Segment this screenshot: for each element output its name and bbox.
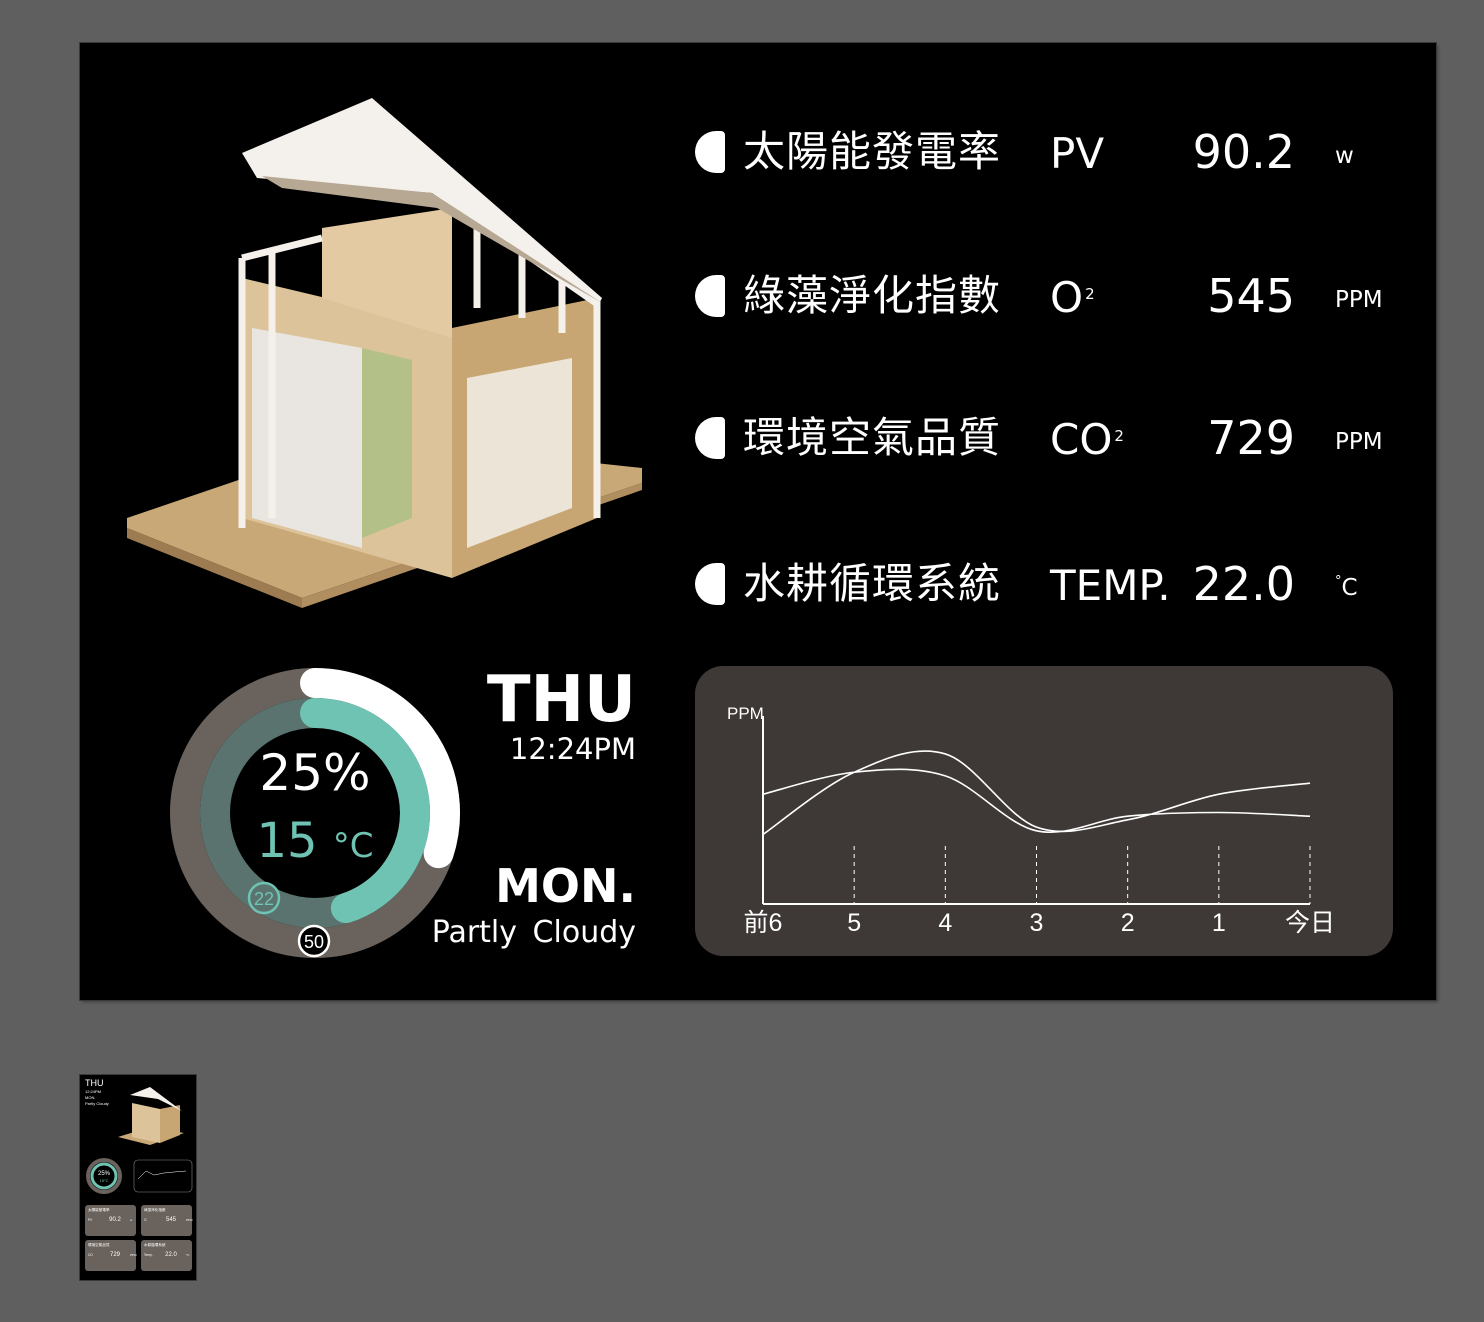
thumb-card-title: 綠藻淨化指數 (144, 1207, 166, 1212)
metric-unit: PPM (1335, 287, 1383, 313)
metric-symbol: TEMP. (1050, 561, 1171, 610)
metric-unit: °C (1335, 574, 1358, 601)
metric-row-pv: 太陽能發電率 PV 90.2 w (695, 123, 1415, 183)
metric-symbol: PV (1050, 129, 1105, 178)
ppm-chart-panel: PPM 前6 5 4 3 2 1 今日 (695, 666, 1393, 956)
chart-series-line-1 (762, 750, 1311, 836)
svg-text:50: 50 (304, 932, 324, 952)
thumb-day-top: THU (85, 1078, 104, 1088)
metric-value: 729 (1207, 411, 1295, 465)
chart-tick-label: 4 (938, 909, 952, 937)
metric-row-o2: 綠藻淨化指數 O2 545 PPM (695, 267, 1415, 327)
dashboard-artboard: 太陽能發電率 PV 90.2 w 綠藻淨化指數 O2 545 PPM 環境空氣品… (80, 43, 1436, 1000)
metric-bullet-icon (695, 275, 725, 317)
thumb-time: 12:24PM (85, 1089, 101, 1094)
metric-label: 水耕循環系統 (743, 559, 1002, 608)
chart-tick-label: 今日 (1285, 909, 1335, 937)
house-illustration (127, 98, 642, 608)
ppm-line-chart: PPM 前6 5 4 3 2 1 今日 (727, 704, 1335, 937)
thumb-card-symbol: Temp. (144, 1253, 153, 1257)
thumb-card-value: 90.2 (109, 1217, 121, 1223)
day-label-top: THU (486, 663, 636, 737)
gauge-temperature: 15 °C (256, 813, 374, 869)
metric-symbol: O2 (1050, 273, 1095, 322)
svg-text:22: 22 (254, 889, 274, 909)
page-thumbnail[interactable]: THU 12:24PM MON. Partly Cloudy 25% 15°C … (80, 1075, 196, 1280)
metric-symbol: CO 2 (1050, 415, 1124, 464)
time-label: 12:24PM (509, 732, 636, 766)
thumb-card-value: 545 (166, 1217, 177, 1223)
chart-y-label: PPM (727, 704, 764, 723)
thumb-card-value: 729 (110, 1252, 121, 1258)
thumb-card-value: 22.0 (165, 1252, 177, 1258)
thumb-house (118, 1087, 184, 1145)
metric-bullet-icon (695, 563, 725, 605)
chart-tick-label: 1 (1212, 909, 1226, 937)
thumb-day-bottom: MON. (85, 1095, 95, 1100)
chart-tick-label: 3 (1030, 909, 1044, 937)
metric-bullet-icon (695, 417, 725, 459)
metric-label: 太陽能發電率 (743, 127, 1002, 176)
thumb-card-title: 環境空氣品質 (88, 1242, 110, 1247)
thumb-weather: Partly Cloudy (85, 1101, 109, 1106)
chart-tick-label: 前6 (744, 909, 783, 937)
weather-label: Partly Cloudy (431, 915, 636, 950)
thumb-gauge-pct: 25% (98, 1171, 111, 1177)
metric-value: 90.2 (1192, 125, 1295, 179)
metric-label: 環境空氣品質 (743, 413, 1002, 462)
metric-label: 綠藻淨化指數 (743, 271, 1002, 320)
thumb-card-unit: PPM (186, 1218, 193, 1222)
metric-unit: w (1335, 143, 1354, 169)
chart-tick-label: 5 (847, 909, 861, 937)
chart-series-line-2 (762, 768, 1311, 833)
thumb-card-title: 水耕循環系統 (144, 1242, 166, 1247)
thumb-gauge-temp: 15°C (100, 1178, 109, 1183)
day-label-bottom: MON. (495, 859, 636, 913)
metric-value: 545 (1207, 269, 1295, 323)
metric-value: 22.0 (1192, 557, 1295, 611)
metric-row-temp: 水耕循環系統 TEMP. 22.0 °C (695, 555, 1415, 615)
gauge-percent: 25% (259, 744, 371, 802)
metric-row-co2: 環境空氣品質 CO 2 729 PPM (695, 409, 1415, 469)
metric-bullet-icon (695, 131, 725, 173)
metric-unit: PPM (1335, 429, 1383, 455)
thumb-card-title: 太陽能發電率 (88, 1207, 110, 1212)
thumb-card-unit: PPM (130, 1253, 137, 1257)
gauge-outer-marker: 50 (297, 924, 331, 958)
chart-tick-label: 2 (1121, 909, 1135, 937)
thumb-card-symbol: CO (88, 1253, 93, 1257)
